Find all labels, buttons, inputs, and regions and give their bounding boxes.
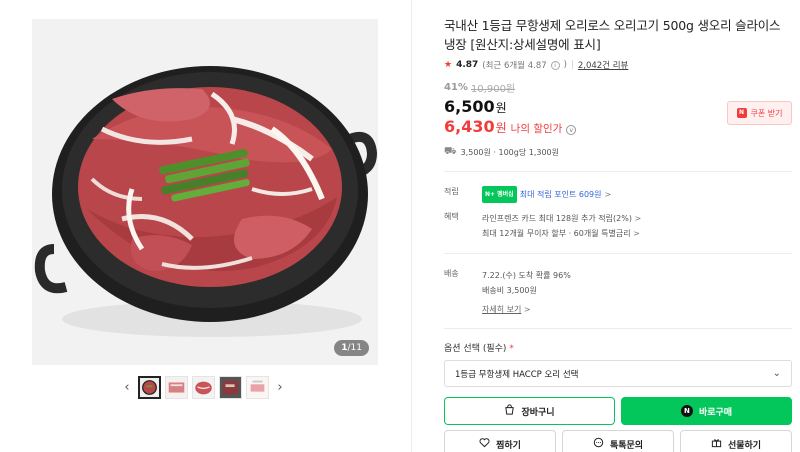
buy-label: 바로구매 — [698, 407, 733, 418]
talk-inquiry-button[interactable]: 톡톡문의 — [562, 430, 674, 452]
divider — [444, 253, 792, 254]
delivery-fee: 배송비 3,500원 — [482, 286, 537, 295]
rating-recent-close: ) — [563, 60, 567, 70]
image-counter: 1/11 — [334, 340, 369, 356]
product-photo-illustration — [32, 19, 378, 365]
thumbnail-5[interactable] — [246, 375, 269, 399]
delivery-arrival: 7.22.(수) 도착 확률 96% — [482, 271, 571, 280]
points-label: 적립 — [444, 187, 459, 196]
my-discount-price: 6,430 — [444, 117, 495, 136]
benefit-row: 혜택 라인프렌즈 카드 최대 128원 추가 적립(2%) > 최대 12개월 … — [444, 211, 792, 241]
truck-icon: ⛟ — [444, 146, 457, 157]
thumbnail-4[interactable] — [219, 375, 242, 399]
original-price: 10,900원 — [470, 84, 516, 95]
option-label: 옵션 선택 (필수) * — [444, 344, 514, 354]
gift-button[interactable]: 선물하기 — [680, 430, 792, 452]
thumbnail-3[interactable] — [192, 375, 215, 399]
thumbnail-next-arrow[interactable]: › — [273, 374, 287, 400]
thumbnail-image — [166, 376, 187, 398]
npay-membership-badge: N+ 멤버십 — [482, 186, 517, 203]
gift-icon — [711, 437, 722, 451]
gift-label: 선물하기 — [727, 440, 762, 451]
my-price-unit: 원 — [495, 121, 507, 135]
points-link[interactable]: N+ 멤버십 최대 적립 포인트 609원 > — [482, 186, 611, 203]
product-info-panel: 국내산 1등급 무항생제 오리로스 오리고기 500g 생오리 슬라이스 냉장 … — [444, 16, 792, 452]
info-icon[interactable]: i — [550, 60, 560, 70]
my-price-label: 나의 할인가 — [510, 123, 563, 135]
option-selected-value: 1등급 무항생제 HACCP 오리 선택 — [455, 369, 579, 380]
review-count-link[interactable]: 2,042건 리뷰 — [578, 59, 629, 71]
delivery-details-text: 자세히 보기 — [482, 305, 522, 314]
discount-rate: 41% — [444, 82, 468, 93]
divider — [444, 328, 792, 329]
thumbnail-1[interactable] — [138, 375, 161, 399]
installment-text: 최대 12개월 무이자 할부 · 60개월 특별금리 — [482, 229, 631, 238]
sale-price: 6,500 — [444, 97, 495, 116]
required-mark: * — [509, 344, 514, 354]
delivery-row: 배송 7.22.(수) 도착 확률 96% 배송비 3,500원 자세히 보기 … — [444, 268, 792, 317]
wish-button[interactable]: 찜하기 — [444, 430, 556, 452]
card-benefit-text: 라인프렌즈 카드 최대 128원 추가 적립(2%) — [482, 214, 632, 223]
delivery-label: 배송 — [444, 269, 459, 278]
buy-now-button[interactable]: N 바로구매 — [621, 397, 792, 425]
thumbnail-strip: ‹ › — [120, 374, 287, 400]
price-unit: 원 — [495, 101, 507, 115]
coupon-button[interactable]: N 쿠폰 받기 — [727, 101, 792, 125]
thumbnail-image — [220, 376, 241, 398]
product-main-image[interactable]: 1/11 — [32, 19, 378, 365]
thumbnail-prev-arrow[interactable]: ‹ — [120, 374, 134, 400]
heart-icon — [479, 437, 490, 451]
coupon-label: 쿠폰 받기 — [750, 108, 783, 118]
talk-label: 톡톡문의 — [609, 440, 644, 451]
delivery-details-link[interactable]: 자세히 보기 > — [482, 302, 792, 317]
thumbnail-2[interactable] — [165, 375, 188, 399]
thumbnail-image — [193, 376, 214, 398]
shipping-summary: 3,500원 · 100g당 1,300원 — [460, 148, 559, 157]
product-title: 국내산 1등급 무항생제 오리로스 오리고기 500g 생오리 슬라이스 냉장 … — [444, 18, 781, 52]
naver-pay-icon: N — [680, 405, 693, 417]
shipping-summary-row: ⛟ 3,500원 · 100g당 1,300원 — [444, 146, 792, 159]
secondary-actions: 찜하기 톡톡문의 선물하기 — [444, 430, 792, 452]
chevron-down-icon[interactable]: v — [566, 125, 577, 135]
chevron-right-icon: > — [634, 214, 642, 223]
option-section: 옵션 선택 (필수) * 1등급 무항생제 HACCP 오리 선택 ⌄ — [444, 341, 792, 387]
chevron-down-icon: ⌄ — [772, 368, 781, 379]
primary-actions: 장바구니 N 바로구매 — [444, 397, 792, 425]
discount-row: 41% 10,900원 — [444, 80, 792, 95]
chat-bubble-icon — [593, 437, 604, 451]
card-benefit-link[interactable]: 라인프렌즈 카드 최대 128원 추가 적립(2%) > — [482, 211, 792, 226]
rating-row: ★ 4.87 (최근 6개월 4.87 i ) | 2,042건 리뷰 — [444, 59, 792, 71]
separator: | — [570, 60, 574, 70]
option-select[interactable]: 1등급 무항생제 HACCP 오리 선택 ⌄ — [444, 360, 792, 387]
thumbnail-image — [247, 376, 268, 398]
star-icon: ★ — [444, 60, 453, 70]
coupon-icon: N — [736, 108, 747, 118]
points-row: 적립 N+ 멤버십 최대 적립 포인트 609원 > — [444, 186, 792, 203]
chevron-right-icon: > — [604, 190, 612, 199]
rating-score: 4.87 — [456, 60, 479, 70]
cart-button[interactable]: 장바구니 — [444, 397, 615, 425]
cart-label: 장바구니 — [521, 407, 555, 418]
benefit-label: 혜택 — [444, 212, 459, 221]
thumbnail-image — [140, 377, 159, 397]
rating-recent: (최근 6개월 4.87 — [482, 61, 547, 71]
wish-label: 찜하기 — [496, 440, 521, 451]
installment-link[interactable]: 최대 12개월 무이자 할부 · 60개월 특별금리 > — [482, 226, 792, 241]
chevron-right-icon: > — [633, 229, 640, 238]
shopping-bag-icon — [504, 404, 515, 418]
points-text: 최대 적립 포인트 609원 — [519, 190, 602, 199]
chevron-right-icon: > — [523, 305, 531, 314]
column-divider — [411, 0, 412, 452]
divider — [444, 171, 792, 172]
